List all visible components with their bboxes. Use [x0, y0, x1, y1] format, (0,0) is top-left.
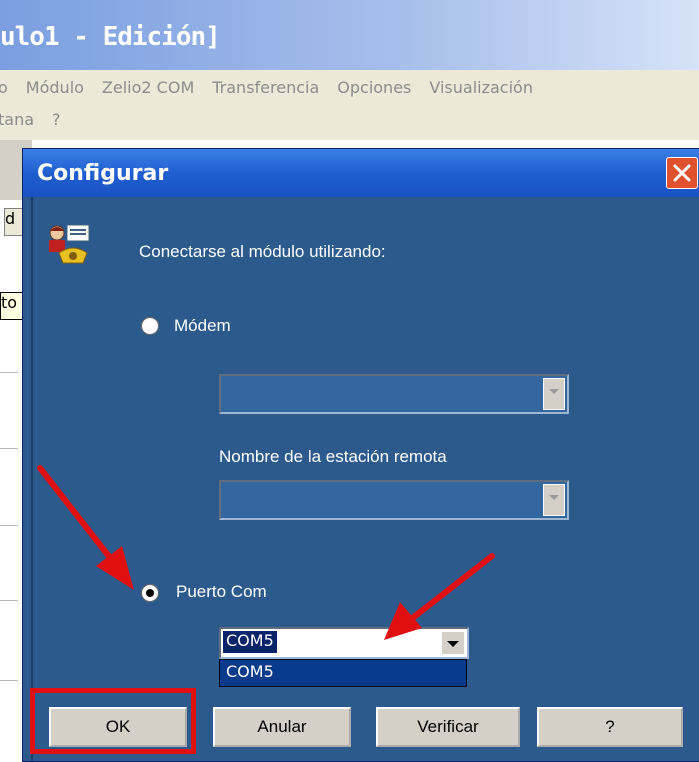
annotation-arrows	[37, 465, 495, 640]
arrow-icon	[37, 465, 134, 590]
arrow-icon	[384, 553, 495, 640]
